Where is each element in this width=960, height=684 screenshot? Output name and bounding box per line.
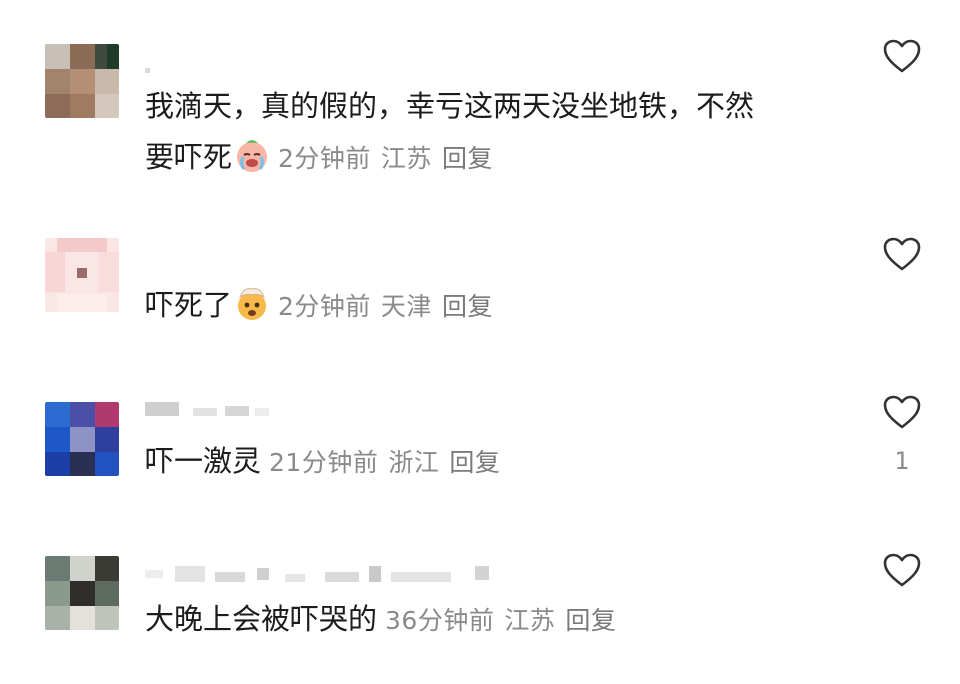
comment-meta: 36分钟前 江苏 回复 (385, 606, 626, 635)
comment-location: 天津 (380, 292, 432, 321)
reply-button[interactable]: 回复 (442, 292, 493, 321)
heart-outline-icon (883, 553, 921, 587)
comment-text: 大晚上会被吓哭的 (145, 602, 378, 636)
username-blurred[interactable] (145, 62, 155, 78)
exploding-head-emoji-icon (234, 285, 270, 321)
comment-time: 2分钟前 (278, 144, 371, 173)
like-count: 1 (894, 447, 910, 475)
like-button[interactable] (882, 236, 922, 276)
avatar[interactable] (45, 402, 119, 476)
reply-button[interactable]: 回复 (565, 606, 616, 635)
comment-time: 21分钟前 (269, 448, 379, 477)
comment-time: 36分钟前 (385, 606, 495, 635)
comment-text: 吓一激灵 (145, 444, 262, 478)
avatar[interactable] (45, 556, 119, 630)
comment-text-line: 吓一激灵 21分钟前 浙江 回复 (145, 443, 510, 481)
heart-outline-icon (883, 237, 921, 271)
comment-text: 要吓死 (145, 140, 233, 174)
comment-text-line2: 要吓死 2分钟前 江苏 回复 (145, 137, 503, 177)
like-button[interactable] (882, 552, 922, 592)
reply-button[interactable]: 回复 (449, 448, 500, 477)
avatar[interactable] (45, 238, 119, 312)
username-blurred[interactable] (145, 566, 495, 582)
comment-text: 我滴天，真的假的，幸亏这两天没坐地铁，不然 (145, 89, 755, 123)
comment-text-line: 大晚上会被吓哭的 36分钟前 江苏 回复 (145, 601, 626, 639)
comment-location: 江苏 (504, 606, 556, 635)
crying-face-emoji-icon (234, 137, 270, 173)
comment-text: 吓死了 (145, 288, 233, 322)
comment-meta: 2分钟前 天津 回复 (278, 292, 503, 321)
comment-meta: 21分钟前 浙江 回复 (269, 448, 510, 477)
reply-button[interactable]: 回复 (442, 144, 493, 173)
comment-meta: 2分钟前 江苏 回复 (278, 144, 503, 173)
heart-outline-icon (883, 395, 921, 429)
comment-location: 浙江 (388, 448, 440, 477)
avatar[interactable] (45, 44, 119, 118)
like-button[interactable] (882, 38, 922, 78)
username-blurred[interactable] (145, 402, 275, 418)
like-button[interactable] (882, 394, 922, 434)
comment-text-line: 吓死了 2分钟前 天津 回复 (145, 285, 503, 325)
comment-location: 江苏 (380, 144, 432, 173)
heart-outline-icon (883, 39, 921, 73)
comment-time: 2分钟前 (278, 292, 371, 321)
